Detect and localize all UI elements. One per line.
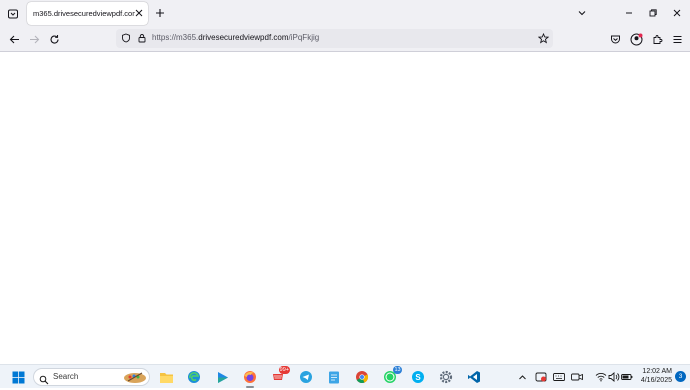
close-icon bbox=[135, 9, 143, 17]
windows-logo-icon bbox=[12, 371, 24, 383]
search-placeholder: Search bbox=[53, 372, 79, 381]
url-path: /iPqFkjig bbox=[288, 33, 320, 42]
tray-app-icon[interactable] bbox=[532, 368, 550, 386]
video-camera-icon bbox=[571, 373, 583, 381]
list-all-tabs-button[interactable] bbox=[4, 5, 22, 23]
taskbar-vscode[interactable] bbox=[465, 368, 483, 386]
navigation-toolbar: https://m365.drivesecuredviewpdf.com/iPq… bbox=[0, 27, 690, 51]
taskbar-search[interactable]: Search bbox=[33, 368, 150, 386]
search-icon bbox=[39, 372, 49, 390]
tab-bar: m365.drivesecuredviewpdf.com/iPqF bbox=[0, 0, 690, 27]
system-clock[interactable]: 12:02 AM 4/16/2025 bbox=[634, 367, 672, 385]
taskbar-notepad[interactable] bbox=[325, 368, 343, 386]
whatsapp-badge: 13 bbox=[393, 366, 402, 374]
account-button[interactable] bbox=[628, 31, 644, 47]
skype-icon: S bbox=[412, 371, 424, 383]
search-highlight-painter-icon bbox=[122, 370, 148, 389]
arrow-left-icon bbox=[9, 35, 19, 43]
opera-badge: 99+ bbox=[278, 366, 290, 374]
close-window-button[interactable] bbox=[667, 5, 687, 21]
hamburger-menu-icon bbox=[673, 35, 681, 43]
page-content[interactable] bbox=[0, 52, 690, 364]
tab-list-icon bbox=[8, 9, 18, 19]
restore-button[interactable] bbox=[643, 5, 663, 21]
tab-overflow-button[interactable] bbox=[572, 5, 592, 21]
app-menu-button[interactable] bbox=[669, 31, 685, 47]
tab-title: m365.drivesecuredviewpdf.com/iPqF bbox=[33, 9, 135, 18]
taskbar-opera[interactable]: 99+ bbox=[269, 366, 290, 386]
pocket-button[interactable] bbox=[607, 31, 623, 47]
new-tab-button[interactable] bbox=[153, 6, 167, 20]
taskbar-skype[interactable]: S bbox=[409, 368, 427, 386]
show-hidden-icons-button[interactable] bbox=[513, 368, 531, 386]
taskbar-whatsapp[interactable]: 13 bbox=[381, 366, 402, 386]
extensions-button[interactable] bbox=[649, 31, 665, 47]
back-button[interactable] bbox=[6, 31, 22, 47]
url-bar[interactable]: https://m365.drivesecuredviewpdf.com/iPq… bbox=[116, 29, 553, 48]
svg-text:S: S bbox=[415, 373, 421, 382]
site-info-button[interactable] bbox=[120, 32, 132, 44]
clock-date: 4/16/2025 bbox=[640, 377, 672, 384]
edge-icon bbox=[188, 371, 200, 383]
play-icon bbox=[217, 371, 228, 383]
browser-window: m365.drivesecuredviewpdf.com/iPqF bbox=[0, 0, 690, 52]
notepad-icon bbox=[329, 371, 339, 384]
close-icon bbox=[673, 9, 681, 17]
reload-button[interactable] bbox=[46, 31, 62, 47]
firefox-icon bbox=[244, 371, 256, 383]
gear-icon bbox=[439, 370, 453, 384]
minimize-icon bbox=[626, 12, 632, 14]
url-prefix: https://m365. bbox=[152, 33, 199, 42]
forward-button[interactable] bbox=[26, 31, 42, 47]
minimize-button[interactable] bbox=[619, 5, 639, 21]
url-host: drivesecuredviewpdf.com bbox=[198, 33, 289, 42]
start-button[interactable] bbox=[9, 368, 27, 386]
arrow-right-icon bbox=[29, 35, 39, 43]
taskbar: Search 99+ 13 S 12:02 AM 4/16/2025 3 bbox=[0, 364, 690, 388]
url-text[interactable]: https://m365.drivesecuredviewpdf.com/iPq… bbox=[152, 33, 319, 42]
chrome-icon bbox=[356, 371, 369, 384]
taskbar-chrome[interactable] bbox=[353, 368, 371, 386]
tray-app-icon bbox=[535, 372, 547, 382]
chevron-down-icon bbox=[578, 11, 586, 16]
restore-icon bbox=[649, 9, 657, 17]
taskbar-edge[interactable] bbox=[185, 368, 203, 386]
plus-icon bbox=[156, 9, 164, 17]
tab-close-button[interactable] bbox=[134, 8, 144, 18]
puzzle-icon bbox=[653, 34, 662, 44]
folder-icon bbox=[159, 372, 173, 383]
lock-icon bbox=[138, 34, 146, 43]
reload-icon bbox=[50, 34, 59, 44]
taskbar-telegram[interactable] bbox=[297, 368, 315, 386]
telegram-icon bbox=[300, 371, 312, 383]
tray-keyboard[interactable] bbox=[550, 368, 568, 386]
taskbar-file-explorer[interactable] bbox=[157, 368, 175, 386]
keyboard-icon bbox=[553, 373, 565, 381]
pocket-icon bbox=[610, 35, 620, 43]
star-icon bbox=[537, 32, 549, 43]
taskbar-firefox[interactable] bbox=[241, 368, 259, 388]
battery-icon bbox=[621, 374, 633, 380]
connection-security-button[interactable] bbox=[136, 32, 148, 44]
clock-time: 12:02 AM bbox=[642, 368, 672, 375]
chevron-up-icon bbox=[518, 374, 526, 379]
taskbar-media-player[interactable] bbox=[213, 368, 231, 386]
tab-active[interactable]: m365.drivesecuredviewpdf.com/iPqF bbox=[27, 2, 148, 25]
account-avatar-icon bbox=[630, 33, 642, 45]
taskbar-settings[interactable] bbox=[437, 368, 455, 386]
tray-meet-now[interactable] bbox=[568, 368, 586, 386]
vscode-icon bbox=[468, 371, 480, 383]
shield-icon bbox=[122, 33, 130, 43]
notification-center-badge[interactable]: 3 bbox=[675, 371, 686, 382]
bookmark-button[interactable] bbox=[537, 32, 549, 44]
